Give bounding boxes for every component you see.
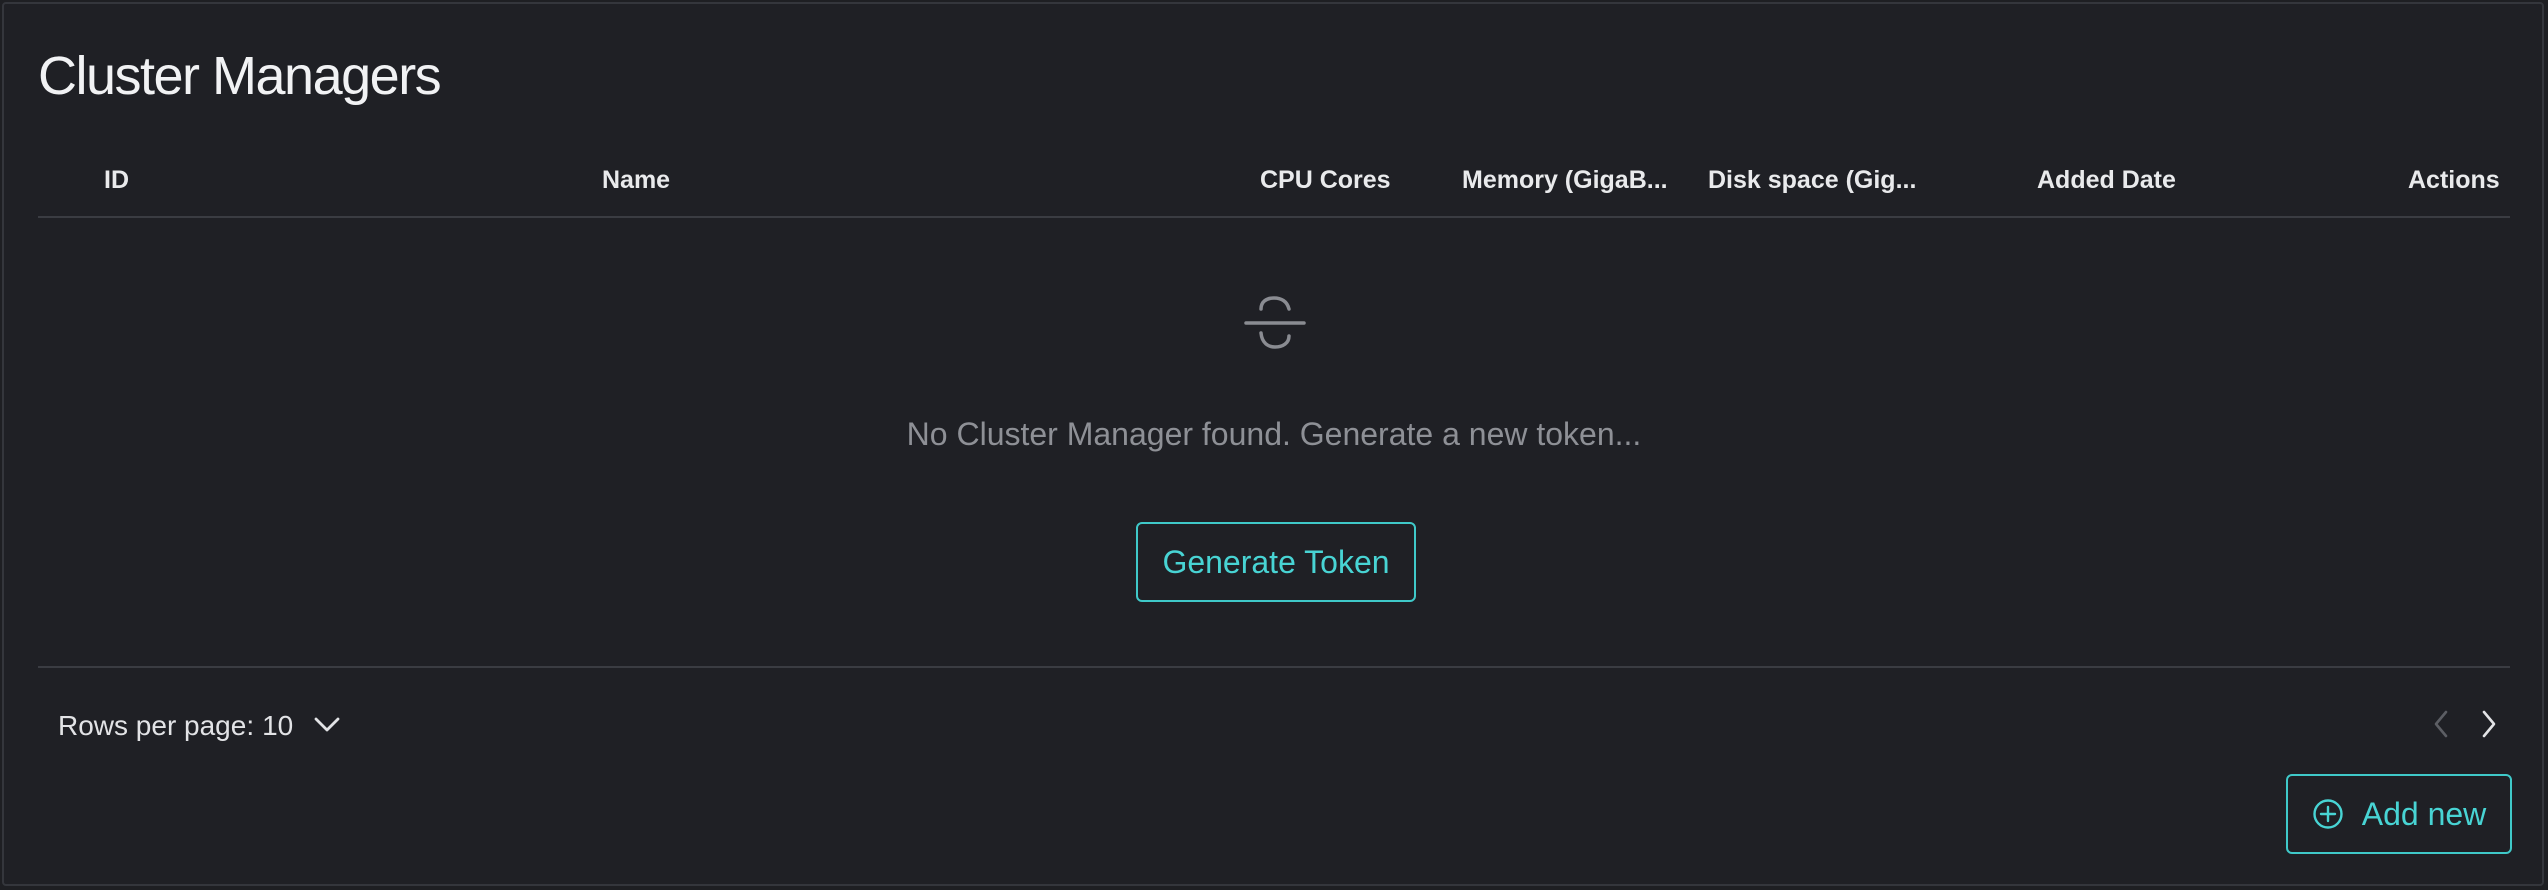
table-header: ID Name CPU Cores Memory (GigaB... Disk … bbox=[38, 150, 2510, 218]
plus-circle-icon bbox=[2313, 799, 2343, 829]
add-new-label: Add new bbox=[2361, 795, 2487, 832]
generate-token-button[interactable]: Generate Token bbox=[1136, 522, 1416, 602]
chevron-down-icon[interactable] bbox=[307, 715, 341, 738]
rows-per-page-label: Rows per page: bbox=[58, 710, 255, 741]
column-header-actions: Actions bbox=[2408, 166, 2500, 194]
previous-page-button[interactable] bbox=[2426, 704, 2456, 744]
empty-strikethrough-icon bbox=[1243, 294, 1307, 352]
column-header-name[interactable]: Name bbox=[602, 164, 670, 196]
column-header-added-date[interactable]: Added Date bbox=[2037, 164, 2176, 196]
next-page-button[interactable] bbox=[2474, 704, 2504, 744]
rows-per-page-value: 10 bbox=[262, 710, 294, 741]
column-header-memory[interactable]: Memory (GigaB... bbox=[1462, 164, 1668, 196]
add-new-button[interactable]: Add new bbox=[2286, 774, 2512, 854]
empty-state-message: No Cluster Manager found. Generate a new… bbox=[906, 416, 1642, 452]
column-header-disk-space[interactable]: Disk space (Gig... bbox=[1708, 164, 1916, 196]
table-footer-divider bbox=[38, 666, 2510, 668]
page-title: Cluster Managers bbox=[38, 46, 442, 106]
chevron-right-icon bbox=[2482, 710, 2496, 738]
column-header-id[interactable]: ID bbox=[104, 164, 129, 196]
chevron-left-icon bbox=[2434, 710, 2448, 738]
rows-per-page-select[interactable]: Rows per page: 10 bbox=[58, 708, 341, 744]
column-header-cpu-cores[interactable]: CPU Cores bbox=[1260, 164, 1391, 196]
